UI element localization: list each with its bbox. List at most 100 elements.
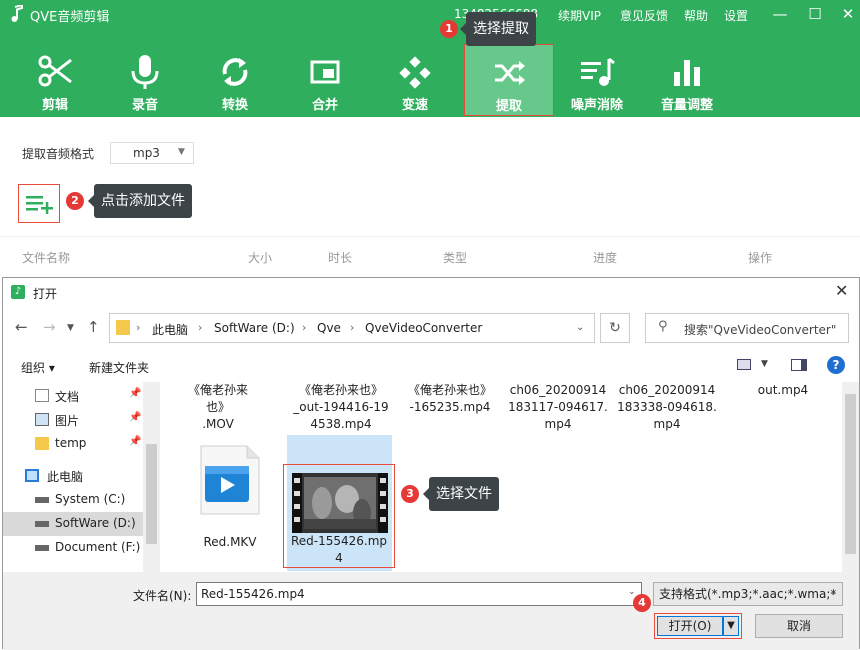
close-icon[interactable]: ✕ xyxy=(835,281,848,300)
forward-arrow-icon[interactable]: → xyxy=(43,318,56,336)
sidebar-item-label: 此电脑 xyxy=(47,470,84,484)
breadcrumb-item[interactable]: 此电脑 xyxy=(152,321,188,338)
file-item[interactable]: 《俺老孙来也》 _out-194416-19 4538.mp4 xyxy=(289,382,393,433)
open-button[interactable]: 打开(O) xyxy=(657,616,723,636)
tool-record[interactable]: 录音 xyxy=(100,44,190,116)
address-bar[interactable]: › 此电脑 › SoftWare (D:) › Qve › QveVideoCo… xyxy=(109,313,595,343)
file-name-line: 《俺老孙来也》 xyxy=(407,383,492,397)
sidebar-item-pictures[interactable]: 图片 📌 xyxy=(3,408,143,432)
file-name-line: -165235.mp4 xyxy=(409,400,491,414)
sidebar-item-label: 文档 xyxy=(55,390,80,404)
vip-renew-link[interactable]: 续期VIP xyxy=(558,7,601,24)
file-item[interactable]: ch06_20200914 183338-094618. mp4 xyxy=(617,382,717,433)
sidebar-item-drive-f[interactable]: Document (F:) xyxy=(3,536,143,560)
chevron-down-icon[interactable]: ⌄ xyxy=(576,322,584,333)
scrollbar-thumb[interactable] xyxy=(845,394,856,554)
cancel-button[interactable]: 取消 xyxy=(755,614,843,638)
column-header: 进度 xyxy=(593,251,618,265)
sidebar-item-this-pc[interactable]: 此电脑 xyxy=(3,464,143,488)
file-name-line: 《俺老孙来也》 xyxy=(187,383,248,414)
drive-icon xyxy=(35,497,49,503)
sidebar-item-temp[interactable]: temp 📌 xyxy=(3,432,143,456)
chevron-down-icon[interactable]: ⌄ xyxy=(829,587,837,598)
file-name-line: out.mp4 xyxy=(757,383,809,397)
refresh-icon[interactable]: ↻ xyxy=(600,313,630,343)
sidebar-item-label: System (C:) xyxy=(55,492,126,506)
format-label: 提取音频格式 xyxy=(22,147,95,161)
breadcrumb-item[interactable]: QveVideoConverter xyxy=(365,321,482,335)
sidebar-item-drive-c[interactable]: System (C:) xyxy=(3,488,143,512)
file-item[interactable]: out.mp4 xyxy=(743,382,823,399)
tool-label: 转换 xyxy=(221,98,248,113)
add-file-button[interactable] xyxy=(18,184,60,223)
help-icon[interactable]: ? xyxy=(827,356,845,374)
file-item[interactable]: 《俺老孙来也》 .MOV xyxy=(179,382,257,433)
tool-cut[interactable]: 剪辑 xyxy=(10,44,100,116)
file-name-line: Red.MKV xyxy=(203,535,257,549)
column-header: 大小 xyxy=(248,251,273,265)
chevron-down-icon[interactable]: ▼ xyxy=(761,359,768,369)
search-icon: ⚲ xyxy=(658,319,668,334)
selection-highlight: Red-155426.mp 4 xyxy=(283,464,395,568)
tool-label: 音量调整 xyxy=(660,98,713,113)
back-arrow-icon[interactable]: ← xyxy=(15,318,28,336)
file-name-line: .MOV xyxy=(202,417,234,431)
tool-noise-removal[interactable]: 噪声消除 xyxy=(552,44,642,116)
chevron-right-icon: › xyxy=(302,321,307,334)
file-name-line: 4538.mp4 xyxy=(310,417,372,431)
tool-label: 合并 xyxy=(311,98,338,113)
dialog-toolbar: 组织 ▾ 新建文件夹 ▼ ? xyxy=(3,352,859,380)
shuffle-icon xyxy=(495,61,525,85)
up-arrow-icon[interactable]: ↑ xyxy=(87,318,100,336)
close-icon[interactable]: ✕ xyxy=(836,2,860,26)
volume-bars-icon xyxy=(674,60,700,86)
file-item[interactable]: 《俺老孙来也》 -165235.mp4 xyxy=(403,382,497,416)
music-note-icon xyxy=(11,5,23,22)
tool-speed[interactable]: 变速 xyxy=(370,44,460,116)
tool-extract[interactable]: 提取 xyxy=(464,44,554,116)
view-mode-icon[interactable] xyxy=(737,359,751,370)
new-folder-button[interactable]: 新建文件夹 xyxy=(89,359,149,376)
folder-icon xyxy=(35,437,49,450)
filename-label: 文件名(N): xyxy=(133,589,192,603)
document-icon xyxy=(35,389,49,402)
drive-icon xyxy=(35,521,49,527)
settings-link[interactable]: 设置 xyxy=(724,7,748,24)
maximize-icon[interactable]: ☐ xyxy=(803,2,827,26)
scrollbar-thumb[interactable] xyxy=(146,444,157,544)
open-dropdown-icon[interactable]: ▼ xyxy=(723,616,739,636)
file-name-line: Red-155426.mp xyxy=(290,534,388,548)
sidebar-item-label: temp xyxy=(55,436,87,450)
file-name-line: mp4 xyxy=(544,417,572,431)
file-item[interactable]: ch06_20200914 183117-094617. mp4 xyxy=(508,382,608,433)
add-list-icon xyxy=(26,196,53,214)
sidebar-item-drive-d[interactable]: SoftWare (D:) xyxy=(3,512,143,536)
sidebar-item-label: 图片 xyxy=(55,414,80,428)
minimize-icon[interactable]: — xyxy=(768,2,792,26)
chevron-down-icon[interactable]: ⌄ xyxy=(628,587,636,597)
preview-pane-icon[interactable] xyxy=(791,359,807,371)
recent-dropdown-icon[interactable]: ▼ xyxy=(67,323,74,333)
step-badge: 1 xyxy=(440,20,458,38)
dialog-title-bar: ♪ 打开 ✕ xyxy=(3,278,859,308)
search-input[interactable]: ⚲ 搜索"QveVideoConverter" xyxy=(645,313,849,343)
tool-volume-adjust[interactable]: 音量调整 xyxy=(642,44,732,116)
tool-convert[interactable]: 转换 xyxy=(190,44,280,116)
help-link[interactable]: 帮助 xyxy=(684,7,708,24)
feedback-link[interactable]: 意见反馈 xyxy=(620,7,668,24)
file-item-red-mkv[interactable] xyxy=(195,444,265,516)
video-thumbnail-icon xyxy=(292,473,388,533)
breadcrumb-item[interactable]: SoftWare (D:) xyxy=(214,321,295,335)
tool-merge[interactable]: 合并 xyxy=(280,44,370,116)
sidebar-item-documents[interactable]: 文档 📌 xyxy=(3,384,143,408)
breadcrumb-item[interactable]: Qve xyxy=(317,321,341,335)
organize-menu[interactable]: 组织 ▾ xyxy=(21,359,55,376)
file-type-select[interactable]: 支持格式(*.mp3;*.aac;*.wma;* xyxy=(653,582,843,606)
file-list-scrollbar[interactable] xyxy=(842,382,859,572)
filename-field[interactable]: Red-155426.mp4 xyxy=(196,582,642,606)
file-name-line: mp4 xyxy=(653,417,681,431)
file-name-line: 183117-094617. xyxy=(508,400,608,414)
sidebar-item-label: Document (F:) xyxy=(55,540,141,554)
step-badge: 3 xyxy=(401,485,419,503)
sidebar-scrollbar[interactable] xyxy=(143,382,160,572)
